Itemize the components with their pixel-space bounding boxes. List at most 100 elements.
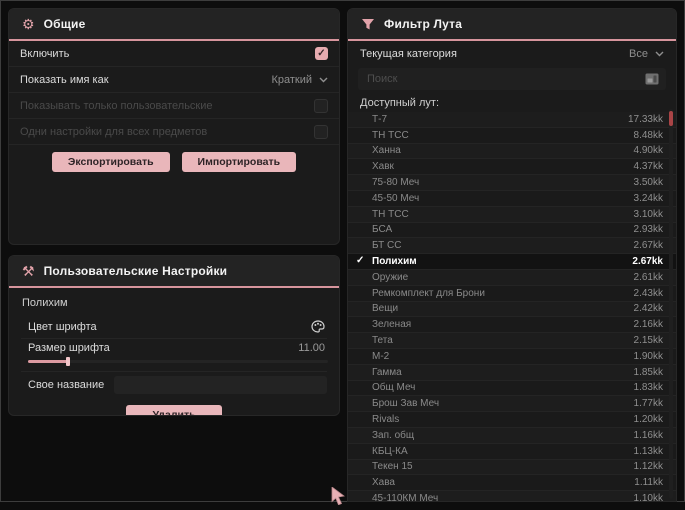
loot-item-row[interactable]: ТН ТСС 8.48kk: [348, 127, 676, 144]
loot-item-row[interactable]: БТ СС 2.67kk: [348, 238, 676, 255]
loot-item-row[interactable]: 45-50 Меч 3.24kk: [348, 190, 676, 207]
loot-item-name: Полихим: [372, 256, 417, 268]
custom-name-label: Свое название: [28, 379, 105, 391]
import-button[interactable]: Импортировать: [181, 152, 297, 172]
panel-general-body: Включить ✓ Показать имя как Краткий Пока…: [9, 41, 339, 172]
loot-item-row[interactable]: Общ Меч 1.83kk: [348, 380, 676, 397]
loot-item-name: Тета: [372, 335, 393, 347]
loot-item-value: 1.16kk: [633, 429, 663, 441]
loot-item-row[interactable]: Гамма 1.85kk: [348, 364, 676, 381]
scrollbar-thumb[interactable]: [669, 111, 673, 126]
loot-item-name: БТ СС: [372, 240, 402, 252]
loot-item-row[interactable]: Ханна 4.90kk: [348, 143, 676, 160]
font-size-label: Размер шрифта: [28, 342, 110, 354]
loot-item-value: 1.83kk: [633, 382, 663, 394]
general-buttons-row: Экспортировать Импортировать: [9, 152, 339, 172]
loot-item-name: Т-7: [372, 113, 387, 125]
same-settings-checkbox[interactable]: [314, 124, 328, 139]
setting-row-display-name: Показать имя как Краткий: [9, 67, 339, 93]
panel-general-title: Общие: [43, 17, 86, 31]
loot-item-name: 45-110КМ Меч: [372, 493, 439, 501]
loot-item-value: 3.24kk: [633, 192, 663, 204]
loot-item-name: 75-80 Меч: [372, 177, 420, 189]
loot-list-label: Доступный лут:: [360, 97, 440, 109]
loot-item-name: БСА: [372, 224, 393, 236]
category-row: Текущая категория Все: [348, 41, 676, 66]
loot-item-row[interactable]: БСА 2.93kk: [348, 222, 676, 239]
funnel-icon: [361, 18, 375, 31]
loot-item-value: 4.90kk: [633, 145, 663, 157]
loot-item-name: Общ Меч: [372, 382, 416, 394]
loot-item-row[interactable]: Вещи 2.42kk: [348, 301, 676, 318]
loot-item-row[interactable]: Зап. общ 1.16kk: [348, 427, 676, 444]
loot-item-row[interactable]: ✓ Полихим 2.67kk: [348, 254, 676, 270]
loot-item-name: Rivals: [372, 414, 400, 426]
loot-item-row[interactable]: Хава 1.11kk: [348, 475, 676, 492]
selected-check-icon: ✓: [356, 255, 365, 267]
gear-icon: ⚙: [22, 16, 35, 32]
loot-item-row[interactable]: Тета 2.15kk: [348, 333, 676, 349]
loot-item-value: 2.16kk: [633, 319, 663, 331]
loot-item-row[interactable]: Текен 15 1.12kk: [348, 459, 676, 476]
loot-item-value: 4.37kk: [633, 161, 663, 173]
setting-row-same-settings: Одни настройки для всех предметов: [9, 119, 339, 145]
delete-button[interactable]: Удалить: [126, 405, 222, 415]
loot-item-row[interactable]: Оружие 2.61kk: [348, 269, 676, 286]
loot-item-name: Оружие: [372, 271, 409, 283]
search-input[interactable]: [358, 68, 666, 90]
font-size-row: Размер шрифта 11.00: [21, 339, 328, 372]
loot-item-value: 1.12kk: [633, 461, 663, 473]
loot-item-row[interactable]: Ремкомплект для Брони 2.43kk: [348, 285, 676, 302]
custom-name-input[interactable]: [114, 376, 327, 394]
category-dropdown[interactable]: Все: [629, 48, 664, 60]
custom-name-row: Свое название: [21, 372, 327, 398]
loot-item-row[interactable]: Зеленая 2.16kk: [348, 317, 676, 334]
slider-fill: [28, 360, 68, 363]
loot-item-value: 2.93kk: [633, 224, 663, 236]
setting-row-enable: Включить ✓: [9, 41, 339, 67]
loot-item-row[interactable]: 45-110КМ Меч 1.10kk: [348, 491, 676, 501]
loot-item-row[interactable]: Брош Зав Меч 1.77kk: [348, 396, 676, 413]
font-size-slider[interactable]: [28, 357, 328, 366]
loot-item-row[interactable]: М-2 1.90kk: [348, 348, 676, 365]
loot-item-row[interactable]: КБЦ-КА 1.13kk: [348, 443, 676, 460]
display-name-dropdown[interactable]: Краткий: [271, 74, 328, 86]
loot-list: Т-7 17.33kk ТН ТСС 8.48kk Ханна 4.90kk Х…: [348, 112, 676, 501]
loot-item-name: Ремкомплект для Брони: [372, 287, 485, 299]
panel-loot-title: Фильтр Лута: [384, 17, 463, 31]
export-button[interactable]: Экспортировать: [51, 152, 170, 172]
loot-item-value: 1.90kk: [633, 350, 663, 362]
loot-item-value: 17.33kk: [627, 113, 663, 125]
custom-buttons-row: Удалить: [21, 405, 327, 415]
loot-item-row[interactable]: Хавк 4.37kk: [348, 159, 676, 176]
enable-label: Включить: [20, 47, 70, 60]
slider-handle[interactable]: [66, 357, 70, 366]
palette-icon[interactable]: [311, 320, 325, 333]
loot-item-name: Хава: [372, 477, 395, 489]
chevron-down-icon: [319, 74, 328, 86]
search-options-icon[interactable]: [645, 73, 659, 85]
tools-icon: ⚒: [22, 263, 35, 279]
search-bar: [358, 68, 666, 90]
loot-item-row[interactable]: ТН ТСС 3.10kk: [348, 206, 676, 223]
loot-item-row[interactable]: Т-7 17.33kk: [348, 112, 676, 128]
setting-row-only-custom: Показывать только пользовательские: [9, 93, 339, 119]
loot-item-value: 2.43kk: [633, 287, 663, 299]
enable-checkbox[interactable]: ✓: [315, 47, 328, 60]
scrollbar[interactable]: [669, 109, 673, 499]
app-window: ⚙ Общие Включить ✓ Показать имя как Крат…: [0, 0, 685, 506]
loot-item-row[interactable]: Rivals 1.20kk: [348, 412, 676, 428]
only-custom-checkbox[interactable]: [314, 98, 328, 113]
panel-custom-settings: ⚒ Пользовательские Настройки Полихим Цве…: [8, 255, 340, 416]
loot-item-value: 2.15kk: [633, 335, 663, 347]
loot-item-name: Вещи: [372, 303, 399, 315]
loot-item-value: 1.85kk: [633, 366, 663, 378]
font-size-value: 11.00: [298, 342, 325, 354]
panel-custom-body: Полихим Цвет шрифта Размер шрифта 11.00: [9, 288, 339, 415]
loot-item-value: 1.11kk: [634, 477, 663, 489]
chevron-down-icon: [655, 48, 664, 60]
only-custom-label: Показывать только пользовательские: [20, 99, 213, 112]
panel-general: ⚙ Общие Включить ✓ Показать имя как Крат…: [8, 8, 340, 245]
loot-item-row[interactable]: 75-80 Меч 3.50kk: [348, 175, 676, 191]
panel-loot-filter: Фильтр Лута Текущая категория Все Досту: [347, 8, 677, 502]
